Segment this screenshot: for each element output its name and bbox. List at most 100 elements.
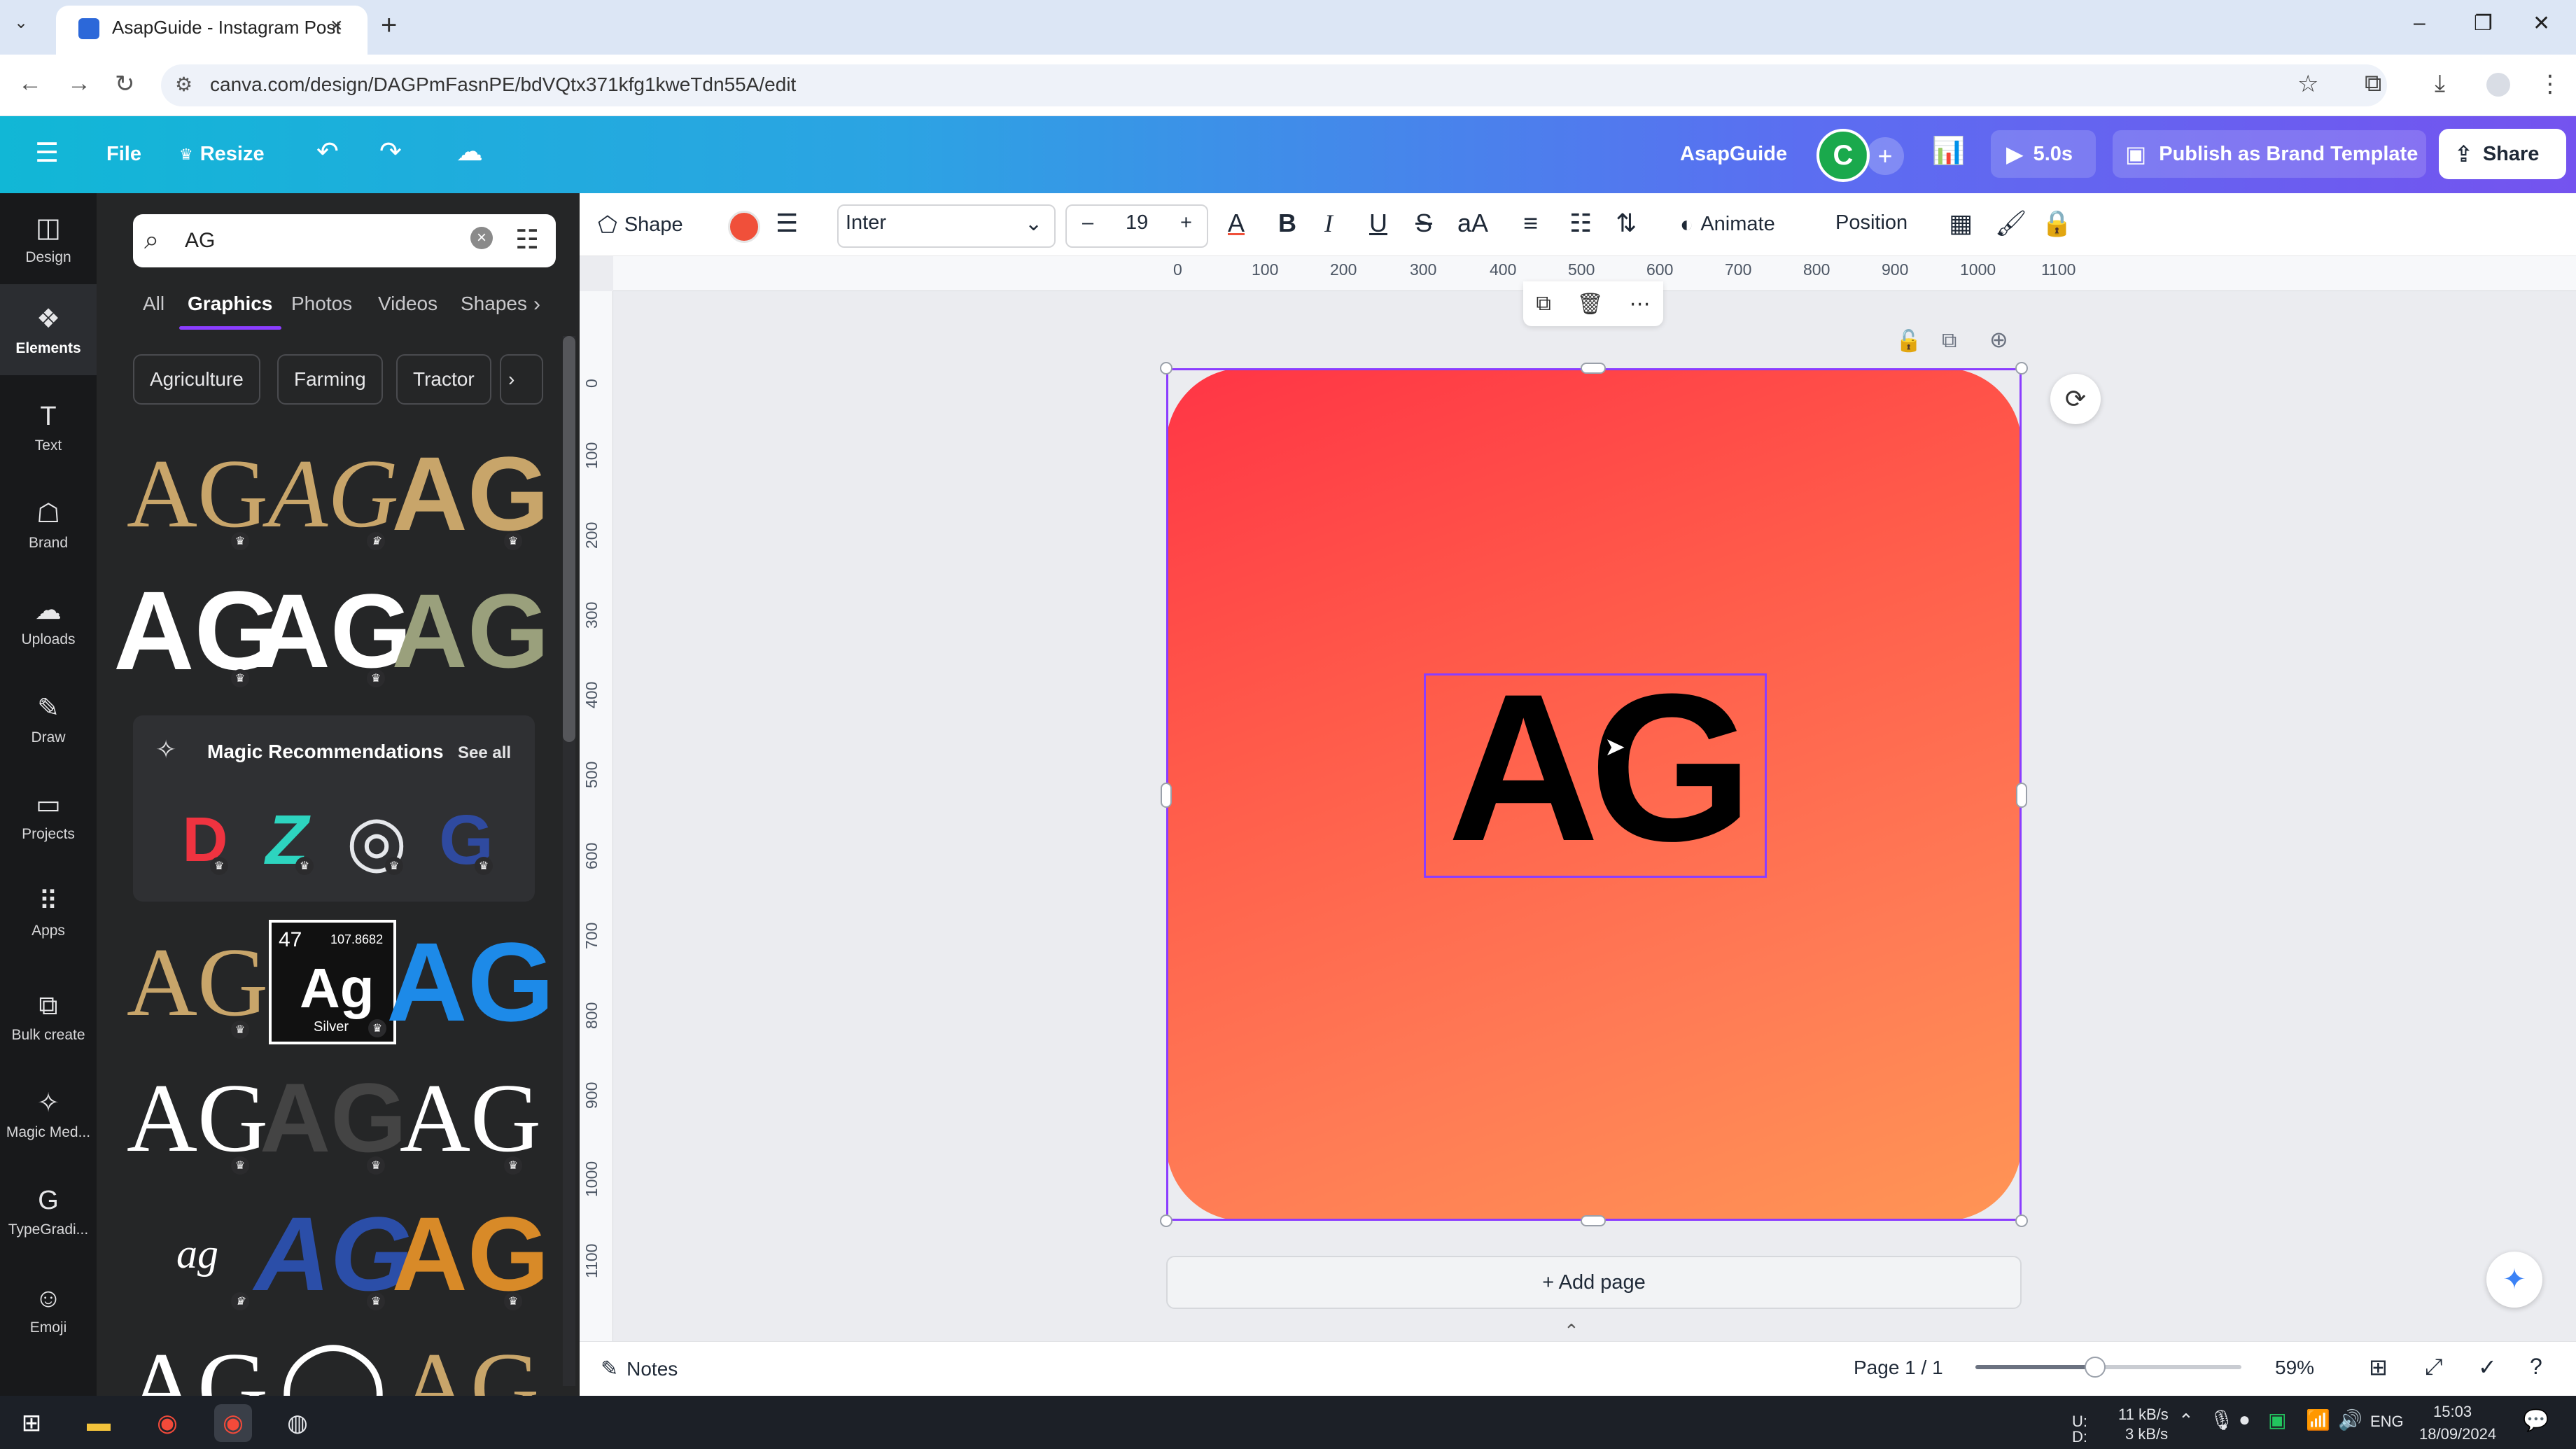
record-icon[interactable]: ●	[2239, 1408, 2250, 1431]
resize-handle-top-left[interactable]	[1160, 362, 1172, 374]
window-close-icon[interactable]: ✕	[2533, 11, 2550, 36]
rail-item-uploads[interactable]: ☁ Uploads	[0, 575, 97, 666]
notes-button[interactable]: ✎ Notes	[601, 1357, 678, 1381]
extensions-icon[interactable]: ⧉	[2365, 70, 2381, 97]
resize-handle-bottom[interactable]	[1581, 1215, 1606, 1226]
volume-icon[interactable]: 🔊	[2338, 1408, 2362, 1432]
recommendation-tile-z[interactable]: Z ♛	[245, 798, 329, 882]
graphic-tile-ag-navy[interactable]: AG ♛	[255, 1190, 412, 1317]
recommendation-tile-d[interactable]: D ♛	[167, 798, 244, 882]
list-icon[interactable]: ☷	[1569, 209, 1592, 238]
filter-sliders-icon[interactable]: ☷	[515, 224, 539, 255]
fullscreen-icon[interactable]: ⤢	[2425, 1354, 2443, 1380]
spacing-icon[interactable]: ⇅	[1616, 209, 1637, 238]
rail-item-draw[interactable]: ✎ Draw	[0, 673, 97, 764]
check-icon[interactable]: ✓	[2478, 1354, 2497, 1380]
rail-item-elements[interactable]: ❖ Elements	[0, 284, 97, 375]
page-add-icon[interactable]: ⊕	[1989, 326, 2008, 353]
graphic-tile-ag-white-6a[interactable]: AG	[130, 1323, 268, 1396]
user-avatar[interactable]: C	[1816, 129, 1870, 182]
more-options-icon[interactable]: ⋯	[1630, 292, 1651, 316]
rail-item-typegradi[interactable]: G TypeGradi...	[0, 1166, 97, 1257]
resize-handle-bottom-left[interactable]	[1160, 1214, 1172, 1227]
chip-agriculture[interactable]: Agriculture	[133, 354, 260, 405]
delete-icon[interactable]: 🗑	[1577, 292, 1604, 316]
graphic-tile-ag-gold-6c[interactable]: AG	[400, 1323, 536, 1396]
tab-shapes[interactable]: Shapes	[461, 293, 529, 315]
obs-recorder-icon[interactable]: ◍	[279, 1404, 316, 1442]
font-size-value[interactable]: 19	[1126, 211, 1148, 234]
chrome-active-icon[interactable]: ◉	[214, 1404, 252, 1442]
clock-time[interactable]: 15:03	[2433, 1403, 2472, 1421]
magic-assistant-icon[interactable]: ✦	[2486, 1252, 2542, 1308]
text-color-icon[interactable]: A	[1228, 209, 1245, 238]
resize-handle-right[interactable]	[2016, 783, 2027, 808]
panel-scrollbar-thumb[interactable]	[563, 336, 575, 742]
graphic-tile-ag-white-line[interactable]: AG ♛	[127, 1054, 268, 1182]
profile-avatar[interactable]	[2486, 73, 2510, 97]
add-page-button[interactable]: + Add page	[1166, 1256, 2022, 1309]
notification-icon[interactable]: 💬	[2523, 1408, 2549, 1433]
clear-search-icon[interactable]: ×	[470, 227, 493, 249]
back-icon[interactable]: ←	[18, 70, 42, 97]
search-input[interactable]	[185, 227, 451, 255]
font-size-increase-icon[interactable]: +	[1180, 211, 1192, 234]
rail-item-brand[interactable]: ☖ Brand	[0, 479, 97, 570]
tab-all[interactable]: All	[143, 293, 164, 315]
minimize-icon[interactable]: –	[2414, 11, 2426, 35]
graphic-tile-ag-blue-red[interactable]: AG	[386, 918, 554, 1046]
resize-handle-top[interactable]	[1581, 363, 1606, 374]
undo-icon[interactable]: ↶	[316, 136, 339, 167]
copy-style-icon[interactable]: 🖌	[1995, 209, 2027, 238]
bookmark-star-icon[interactable]: ☆	[2297, 70, 2318, 98]
tab-photos[interactable]: Photos	[291, 293, 352, 315]
graphic-tile-ag-gold-thin[interactable]: AG ♛	[266, 430, 400, 557]
wifi-icon[interactable]: 📶	[2306, 1408, 2330, 1432]
shape-button[interactable]: ⬠ Shape	[598, 211, 683, 238]
rail-item-magic-med[interactable]: ✧ Magic Med...	[0, 1068, 97, 1159]
page-counter[interactable]: Page 1 / 1	[1854, 1357, 1943, 1379]
recommendation-tile-target[interactable]: ◎ ♛	[335, 798, 419, 882]
site-info-icon[interactable]: ⚙	[175, 73, 192, 96]
strikethrough-icon[interactable]: S	[1415, 209, 1432, 238]
graphic-tile-ag-gold-serif-2[interactable]: AG ♛	[127, 918, 268, 1046]
rail-item-bulk-create[interactable]: ⧉ Bulk create	[0, 972, 97, 1063]
green-app-icon[interactable]: ▣	[2268, 1408, 2286, 1432]
graphic-tile-a-circle[interactable]: ◯	[266, 1323, 400, 1396]
resize-handle-left[interactable]	[1161, 783, 1172, 808]
language-indicator[interactable]: ENG	[2370, 1413, 2404, 1431]
bold-icon[interactable]: B	[1278, 209, 1296, 238]
see-all-link[interactable]: See all	[458, 743, 511, 763]
refresh-suggestions-icon[interactable]: ⟳	[2050, 374, 2101, 424]
team-name[interactable]: AsapGuide	[1680, 143, 1787, 166]
tray-chevron-icon[interactable]: ⌃	[2178, 1410, 2194, 1432]
tab-search-chevron-icon[interactable]: ⌄	[14, 13, 28, 33]
insights-chart-icon[interactable]: 📊	[1932, 136, 1965, 167]
graphic-tile-ag-red-dark[interactable]: AG ♛	[260, 1054, 407, 1182]
underline-icon[interactable]: U	[1369, 209, 1387, 238]
download-icon[interactable]: ⤓	[2435, 70, 2445, 97]
graphic-tile-ag-orange[interactable]: AG ♛	[392, 1190, 550, 1317]
tab-close-icon[interactable]: ×	[330, 14, 343, 38]
rail-item-projects[interactable]: ▭ Projects	[0, 770, 97, 861]
share-button[interactable]: ⇪ Share	[2439, 129, 2566, 179]
resize-button[interactable]: ♛ Resize	[179, 143, 265, 166]
recommendation-tile-g[interactable]: G ♛	[424, 798, 508, 882]
main-menu-icon[interactable]: ☰	[35, 137, 59, 169]
graphic-tile-ag-white-bold[interactable]: AG ♛	[255, 567, 412, 694]
grid-view-icon[interactable]: ⊞	[2369, 1354, 2388, 1380]
rail-item-design[interactable]: ◫ Design	[0, 193, 97, 284]
chip-tractor[interactable]: Tractor	[396, 354, 491, 405]
zoom-value[interactable]: 59%	[2275, 1357, 2314, 1379]
rail-item-text[interactable]: T Text	[0, 382, 97, 473]
letter-case-icon[interactable]: aA	[1457, 209, 1488, 238]
graphic-tile-ag-white-serif[interactable]: AG ♛	[400, 1054, 541, 1182]
microphone-icon[interactable]: 🎙	[2209, 1408, 2234, 1432]
clock-date[interactable]: 18/09/2024	[2419, 1425, 2496, 1443]
italic-icon[interactable]: I	[1324, 209, 1333, 238]
graphic-tile-silver-element[interactable]: 47 107.8682 Ag Silver ♛	[269, 920, 396, 1044]
redo-icon[interactable]: ↷	[379, 136, 402, 167]
add-member-icon[interactable]: +	[1866, 137, 1904, 175]
file-explorer-icon[interactable]: ▬	[80, 1404, 118, 1442]
restore-icon[interactable]: ❐	[2474, 11, 2493, 36]
